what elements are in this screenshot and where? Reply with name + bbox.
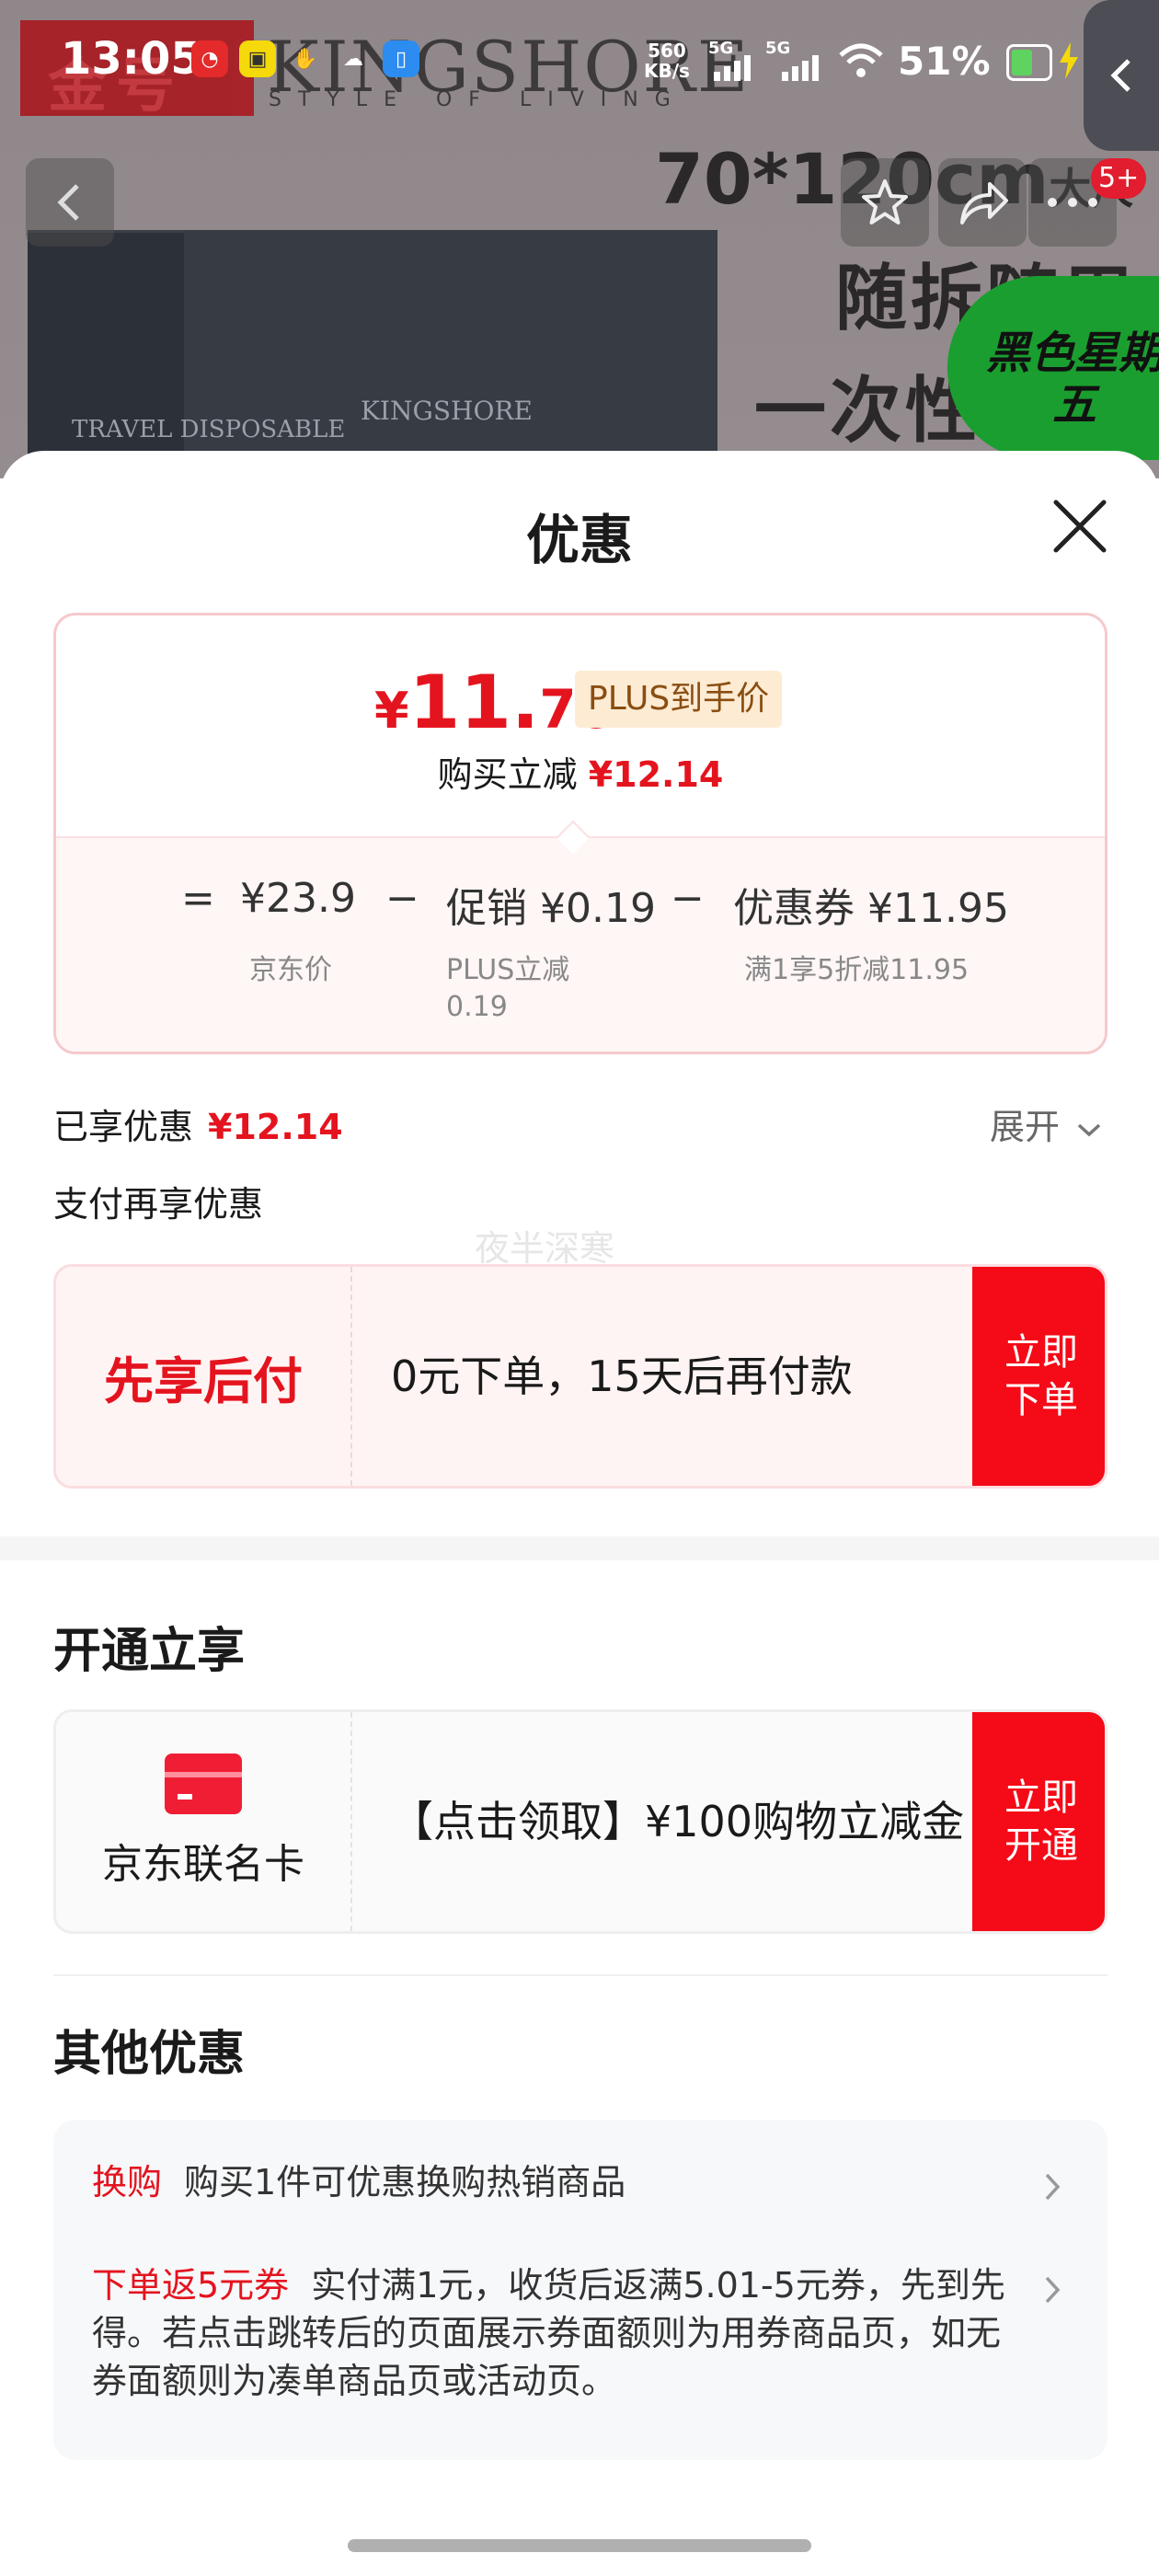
- other-section-title: 其他优惠: [53, 2027, 246, 2082]
- coupon-discount-detail: 满1享5折减11.95: [744, 954, 970, 986]
- order-now-button[interactable]: 立即下单: [972, 1267, 1105, 1486]
- app-notification-icon: ◔: [191, 40, 228, 77]
- product-package-text: TRAVEL DISPOSABLE: [72, 416, 346, 443]
- battery-icon: [1006, 44, 1052, 81]
- price-breakdown-card: ¥11.76 PLUS到手价 购买立减¥12.14 = ¥23.9 京东价 − …: [53, 613, 1107, 1054]
- total-saving: 购买立减 ¥12.14: [437, 754, 724, 795]
- handshake-icon: ✋: [293, 47, 318, 71]
- signal-bars-icon: [714, 55, 751, 81]
- black-friday-badge: 黑色星期五: [947, 276, 1159, 460]
- share-icon: [960, 182, 1008, 224]
- favorite-button[interactable]: [841, 158, 929, 247]
- message-count-badge: 5+: [1091, 158, 1147, 199]
- discount-sheet: 优惠 ¥11.76 PLUS到手价 购买立减¥12.14 = ¥23.9 京东价…: [0, 451, 1159, 2576]
- discount-tag: 换购: [92, 2162, 163, 2202]
- pay-more-title: 支付再享优惠: [53, 1184, 264, 1225]
- sheet-title: 优惠: [525, 509, 633, 571]
- app-notification-icon: ▯: [383, 40, 419, 77]
- chevron-left-icon: [57, 184, 79, 221]
- chevron-left-icon: [1110, 59, 1130, 92]
- discount-text: 购买1件可优惠换购热销商品: [184, 2162, 626, 2202]
- chevron-right-icon[interactable]: [1043, 2274, 1063, 2306]
- promo-discount: 促销 ¥0.19: [446, 885, 656, 932]
- battery-percent: 51%: [898, 39, 991, 84]
- open-section-title: 开通立享: [53, 1624, 246, 1679]
- divider-line: [53, 1974, 1107, 1976]
- back-button[interactable]: [26, 158, 114, 247]
- promo-discount-detail: PLUS立减 0.19: [446, 954, 570, 1023]
- jd-price-label: 京东价: [249, 954, 332, 986]
- status-app-icons: ◔ ▣ ✋ ☁ ▯: [191, 40, 419, 77]
- wechat-icon: ☁: [343, 47, 363, 71]
- app-notification-icon: ▣: [239, 40, 276, 77]
- more-dots-icon: [1048, 198, 1097, 207]
- chevron-right-icon[interactable]: [1043, 2171, 1063, 2202]
- bnpl-card[interactable]: 先享后付 0元下单，15天后再付款 立即下单: [53, 1264, 1107, 1489]
- list-item[interactable]: 换购 购买1件可优惠换购热销商品: [92, 2158, 993, 2206]
- home-indicator[interactable]: [348, 2539, 811, 2552]
- list-item[interactable]: 下单返5元券 实付满1元，收货后返满5.01-5元券，先到先得。若点击跳转后的页面…: [92, 2261, 1030, 2405]
- jd-card-label-area: 京东联名卡: [56, 1712, 352, 1931]
- star-icon: [862, 179, 908, 224]
- jd-price: ¥23.9: [240, 875, 356, 922]
- chevron-down-icon: [1077, 1123, 1101, 1137]
- section-divider: [0, 1536, 1159, 1560]
- bnpl-label-area: 先享后付: [56, 1267, 352, 1486]
- discount-tag: 下单返5元券: [92, 2265, 290, 2306]
- other-discounts-list: 换购 购买1件可优惠换购热销商品 下单返5元券 实付满1元，收货后返满5.01-5元…: [53, 2120, 1107, 2460]
- jd-card-description: 【点击领取】¥100购物立减金: [391, 1797, 965, 1846]
- watermark: 夜半深寒: [475, 1228, 615, 1269]
- expand-button[interactable]: 展开: [990, 1098, 1102, 1149]
- coupon-discount: 优惠券 ¥11.95: [733, 885, 1009, 932]
- credit-card-icon: [165, 1754, 242, 1814]
- equals-sign: =: [181, 875, 215, 922]
- signal-bars-icon: [782, 55, 819, 81]
- minus-sign: −: [671, 875, 705, 922]
- enjoyed-discount: 已享优惠 ¥12.14: [53, 1107, 343, 1147]
- charging-bolt-icon: [1060, 42, 1078, 79]
- plus-price-tag: PLUS到手价: [575, 671, 783, 728]
- jd-card-label: 京东联名卡: [102, 1841, 304, 1888]
- jd-cobrand-card[interactable]: 京东联名卡 【点击领取】¥100购物立减金 立即开通: [53, 1709, 1107, 1934]
- bnpl-label: 先享后付: [104, 1351, 303, 1410]
- product-package-brand: KINGSHORE: [361, 396, 533, 426]
- status-bar: 13:05 ◔ ▣ ✋ ☁ ▯ 560 KB/s 5G 5G 51%: [0, 0, 1159, 129]
- open-now-button[interactable]: 立即开通: [972, 1712, 1105, 1931]
- minus-sign: −: [385, 875, 419, 922]
- network-speed: 560 KB/s: [644, 40, 690, 82]
- wifi-icon: [839, 43, 883, 77]
- close-icon[interactable]: [1049, 495, 1111, 558]
- side-panel-handle[interactable]: [1084, 0, 1159, 151]
- share-button[interactable]: [938, 158, 1027, 247]
- bnpl-description: 0元下单，15天后再付款: [391, 1351, 853, 1401]
- status-time: 13:05: [61, 33, 201, 85]
